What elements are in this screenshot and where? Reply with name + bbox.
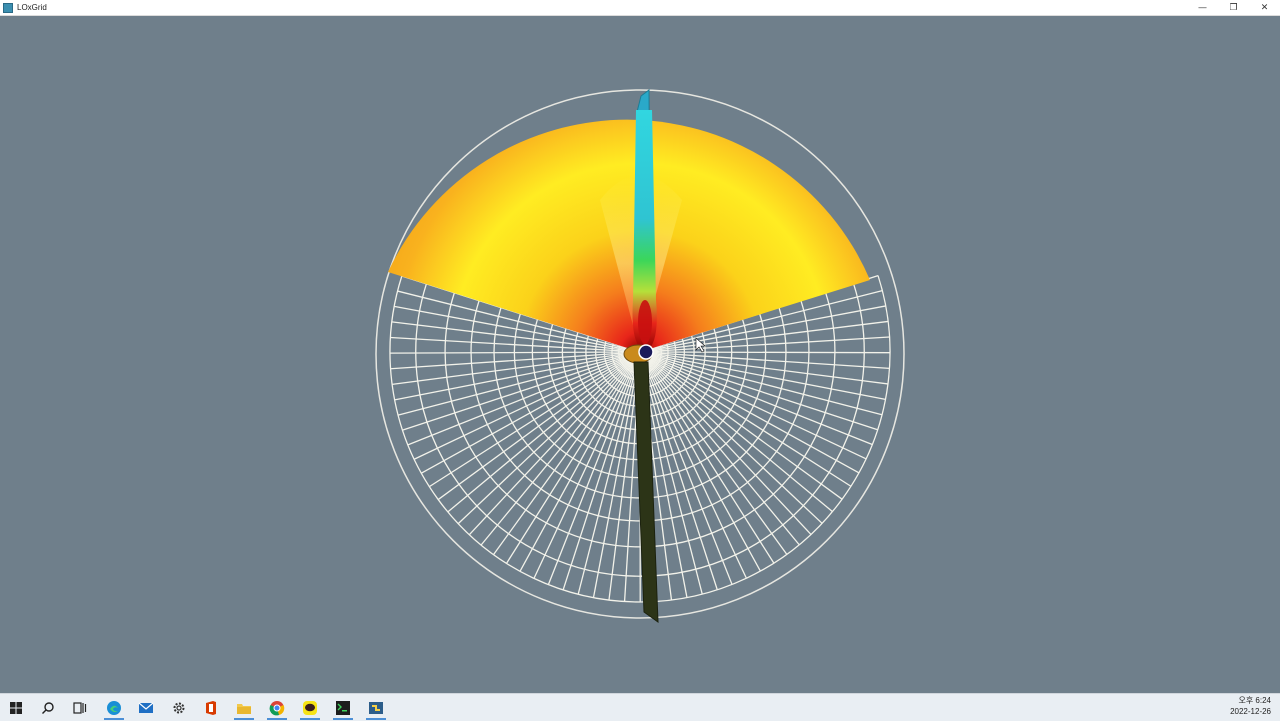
python-icon[interactable] bbox=[364, 697, 388, 718]
start-icon[interactable] bbox=[4, 697, 28, 718]
3d-viewport[interactable] bbox=[0, 16, 1280, 693]
terminal-icon[interactable] bbox=[331, 697, 355, 718]
settings-icon[interactable] bbox=[167, 697, 191, 718]
file-explorer-icon[interactable] bbox=[232, 697, 256, 718]
kakaotalk-icon[interactable] bbox=[298, 697, 322, 718]
vertical-plate-lower bbox=[634, 362, 658, 622]
clock-date: 2022-12-26 bbox=[1230, 706, 1271, 717]
close-button[interactable]: ✕ bbox=[1249, 0, 1280, 15]
chrome-icon[interactable] bbox=[265, 697, 289, 718]
injector-port bbox=[639, 345, 653, 359]
window-controls: — ❐ ✕ bbox=[1187, 0, 1280, 15]
taskbar: 오후 6:24 2022-12-26 bbox=[0, 693, 1280, 721]
edge-icon[interactable] bbox=[102, 697, 126, 718]
system-clock[interactable]: 오후 6:24 2022-12-26 bbox=[1230, 695, 1271, 717]
restore-button[interactable]: ❐ bbox=[1218, 0, 1249, 15]
clock-time: 오후 6:24 bbox=[1230, 695, 1271, 706]
scene-svg bbox=[0, 16, 1280, 693]
title-bar: LOxGrid — ❐ ✕ bbox=[0, 0, 1280, 16]
flame-core bbox=[638, 300, 652, 344]
app-icon bbox=[3, 3, 13, 13]
window-title: LOxGrid bbox=[17, 3, 47, 12]
mail-icon[interactable] bbox=[134, 697, 158, 718]
task-view-icon[interactable] bbox=[68, 697, 92, 718]
office-icon[interactable] bbox=[199, 697, 223, 718]
search-icon[interactable] bbox=[36, 697, 60, 718]
minimize-button[interactable]: — bbox=[1187, 0, 1218, 15]
